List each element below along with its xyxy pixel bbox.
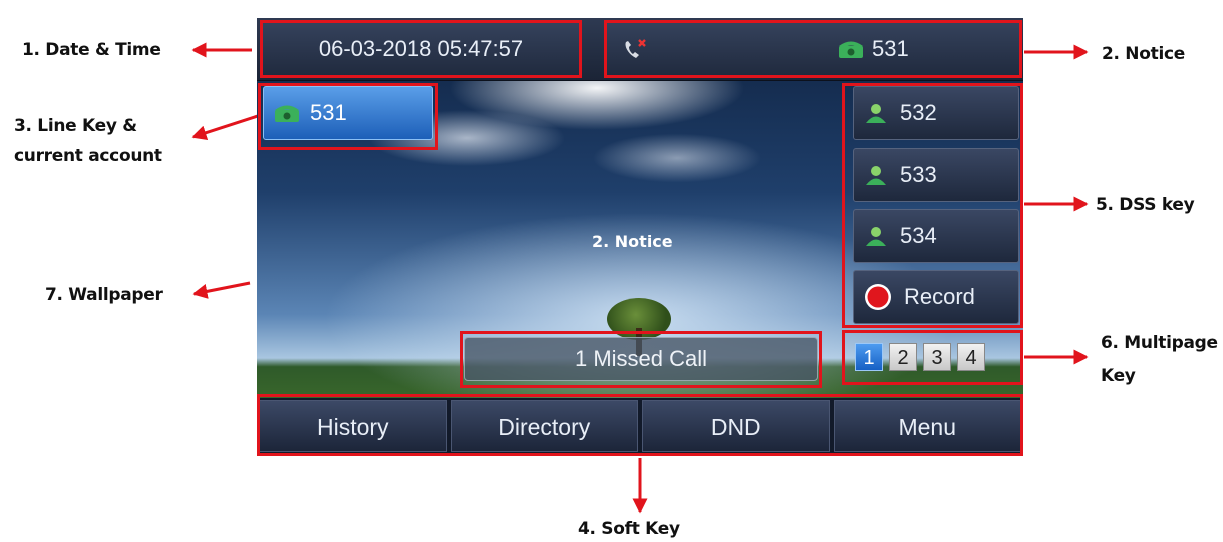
softkey-menu[interactable]: Menu [833,400,1021,452]
contact-icon [866,227,886,246]
notice-account-label: 531 [872,36,909,61]
overlay-notice-label: 2. Notice [592,232,673,251]
softkey-history[interactable]: History [259,400,447,452]
dss-key-label: 532 [900,100,937,125]
page-key-1[interactable]: 1 [855,343,883,371]
date-time: 06-03-2018 05:47:57 [263,22,579,76]
dss-key-532[interactable]: 532 [853,86,1019,140]
notice-account: 531 [838,36,909,62]
soft-keys: History Directory DND Menu [257,398,1023,454]
callout-multipage: 6. Multipage [1101,333,1218,353]
phone-icon [839,41,863,58]
contact-icon [866,104,886,123]
callout-multipage-2: Key [1101,366,1136,386]
callout-dss-key: 5. DSS key [1096,195,1195,215]
line-key-label: 531 [310,100,347,125]
missed-call-notice[interactable]: 1 Missed Call [464,337,818,381]
phone-icon [275,105,299,122]
missed-call-icon[interactable] [622,38,648,68]
callout-soft-key: 4. Soft Key [578,519,680,539]
multipage-keys: 1 2 3 4 [855,343,985,371]
contact-icon [866,166,886,185]
softkey-dnd[interactable]: DND [642,400,830,452]
arrow-wallpaper [192,281,251,299]
callout-notice: 2. Notice [1102,44,1185,64]
callout-date-time: 1. Date & Time [22,40,161,60]
dss-key-label: 533 [900,162,937,187]
callout-line-key-2: current account [14,146,162,166]
softkey-directory[interactable]: Directory [450,400,638,452]
record-icon [865,284,891,310]
dss-key-label: Record [904,284,975,309]
phone-screen: 06-03-2018 05:47:57 531 531 532 533 534 … [257,18,1023,454]
line-key[interactable]: 531 [263,86,433,140]
dss-key-label: 534 [900,223,937,248]
page-key-4[interactable]: 4 [957,343,985,371]
callout-line-key: 3. Line Key & [14,116,137,136]
notice-bar[interactable]: 531 [606,22,1020,76]
top-bar: 06-03-2018 05:47:57 531 [257,18,1023,81]
page-key-3[interactable]: 3 [923,343,951,371]
arrow-line-key [191,112,265,140]
dss-key-record[interactable]: Record [853,270,1019,324]
dss-key-534[interactable]: 534 [853,209,1019,263]
page-key-2[interactable]: 2 [889,343,917,371]
dss-key-533[interactable]: 533 [853,148,1019,202]
callout-wallpaper: 7. Wallpaper [45,285,163,305]
